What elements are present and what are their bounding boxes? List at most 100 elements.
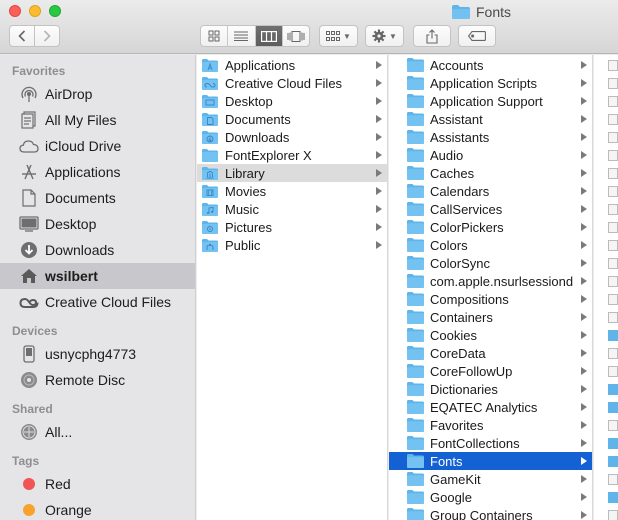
item-label: Group Containers [430,507,533,520]
list-item-colorsync[interactable]: ColorSync [389,254,592,272]
sidebar-item-downloads[interactable]: Downloads [0,237,195,263]
sidebar-item-tag-red[interactable]: Red [0,471,195,497]
zoom-window-button[interactable] [49,5,61,17]
forward-button[interactable] [34,25,60,47]
sidebar-item-documents[interactable]: Documents [0,185,195,211]
font-list-item[interactable] [594,416,618,434]
font-list-item[interactable] [594,362,618,380]
sidebar-item-creative-cloud-files[interactable]: Creative Cloud Files [0,289,195,315]
list-item-assistants[interactable]: Assistants [389,128,592,146]
disclosure-arrow-icon [581,187,587,195]
list-item-audio[interactable]: Audio [389,146,592,164]
font-list-item[interactable] [594,308,618,326]
font-list-item[interactable] [594,344,618,362]
list-item-documents[interactable]: Documents [197,110,387,128]
font-list-item[interactable] [594,506,618,520]
font-list-item[interactable] [594,488,618,506]
font-list-item[interactable] [594,164,618,182]
list-item-dictionaries[interactable]: Dictionaries [389,380,592,398]
list-item-callservices[interactable]: CallServices [389,200,592,218]
font-list-item[interactable] [594,326,618,344]
list-item-public[interactable]: Public [197,236,387,254]
list-view-button[interactable] [228,26,256,46]
font-list-item[interactable] [594,218,618,236]
list-item-google[interactable]: Google [389,488,592,506]
item-label: CallServices [430,201,503,217]
list-item-containers[interactable]: Containers [389,308,592,326]
sidebar-item-label: Orange [45,502,92,518]
list-item-cookies[interactable]: Cookies [389,326,592,344]
font-list-item[interactable] [594,380,618,398]
font-list-item[interactable] [594,128,618,146]
column-view-button[interactable] [255,26,283,46]
sidebar-item-all-my-files[interactable]: All My Files [0,107,195,133]
list-item-fonts[interactable]: Fonts [389,452,592,470]
list-item-pictures[interactable]: Pictures [197,218,387,236]
view-mode-selector [200,25,310,47]
font-list-item[interactable] [594,452,618,470]
list-item-downloads[interactable]: Downloads [197,128,387,146]
list-item-gamekit[interactable]: GameKit [389,470,592,488]
list-item-library[interactable]: Library [197,164,387,182]
list-item-colors[interactable]: Colors [389,236,592,254]
font-file-icon [608,419,618,431]
list-item-com-apple-nsurlsessiond[interactable]: com.apple.nsurlsessiond [389,272,592,290]
font-list-item[interactable] [594,272,618,290]
list-item-application-support[interactable]: Application Support [389,92,592,110]
font-list-item[interactable] [594,254,618,272]
font-list-item[interactable] [594,290,618,308]
sidebar-item-all-shared[interactable]: All... [0,419,195,445]
minimize-window-button[interactable] [29,5,41,17]
font-list-item[interactable] [594,56,618,74]
list-item-assistant[interactable]: Assistant [389,110,592,128]
font-file-icon [608,473,618,485]
list-item-corefollowup[interactable]: CoreFollowUp [389,362,592,380]
font-list-item[interactable] [594,92,618,110]
list-item-music[interactable]: Music [197,200,387,218]
sidebar-item-tag-orange[interactable]: Orange [0,497,195,520]
sidebar-item-label: usnycphg4773 [45,346,137,362]
list-item-accounts[interactable]: Accounts [389,56,592,74]
font-list-item[interactable] [594,200,618,218]
font-list-item[interactable] [594,146,618,164]
list-item-movies[interactable]: Movies [197,182,387,200]
edit-tags-button[interactable] [458,25,496,47]
font-list-item[interactable] [594,110,618,128]
list-item-favorites[interactable]: Favorites [389,416,592,434]
list-item-colorpickers[interactable]: ColorPickers [389,218,592,236]
sidebar-item-applications[interactable]: Applications [0,159,195,185]
font-list-item[interactable] [594,182,618,200]
list-item-caches[interactable]: Caches [389,164,592,182]
list-item-application-scripts[interactable]: Application Scripts [389,74,592,92]
list-item-desktop[interactable]: Desktop [197,92,387,110]
browser-column-home: Applications Creative Cloud Files Deskto… [197,55,388,520]
sidebar-item-wsilbert[interactable]: wsilbert [0,263,195,289]
font-list-item[interactable] [594,470,618,488]
sidebar-item-icloud-drive[interactable]: iCloud Drive [0,133,195,159]
list-item-calendars[interactable]: Calendars [389,182,592,200]
list-item-creative-cloud-files[interactable]: Creative Cloud Files [197,74,387,92]
list-item-fontexplorer-x[interactable]: FontExplorer X [197,146,387,164]
list-item-fontcollections[interactable]: FontCollections [389,434,592,452]
action-button[interactable]: ▼ [365,25,404,47]
icon-view-button[interactable] [201,26,229,46]
disclosure-arrow-icon [581,403,587,411]
share-button[interactable] [413,25,451,47]
list-item-compositions[interactable]: Compositions [389,290,592,308]
font-list-item[interactable] [594,236,618,254]
sidebar-item-remote-disc[interactable]: Remote Disc [0,367,195,393]
list-item-coredata[interactable]: CoreData [389,344,592,362]
font-list-item[interactable] [594,434,618,452]
list-item-eqatec-analytics[interactable]: EQATEC Analytics [389,398,592,416]
arrange-button[interactable]: ▼ [319,25,358,47]
sidebar-item-desktop[interactable]: Desktop [0,211,195,237]
list-item-group-containers[interactable]: Group Containers [389,506,592,520]
sidebar-item-usnycphg4773[interactable]: usnycphg4773 [0,341,195,367]
close-window-button[interactable] [9,5,21,17]
font-list-item[interactable] [594,398,618,416]
sidebar-item-airdrop[interactable]: AirDrop [0,81,195,107]
list-item-applications[interactable]: Applications [197,56,387,74]
cover-flow-view-button[interactable] [283,26,309,46]
back-button[interactable] [9,25,35,47]
font-list-item[interactable] [594,74,618,92]
